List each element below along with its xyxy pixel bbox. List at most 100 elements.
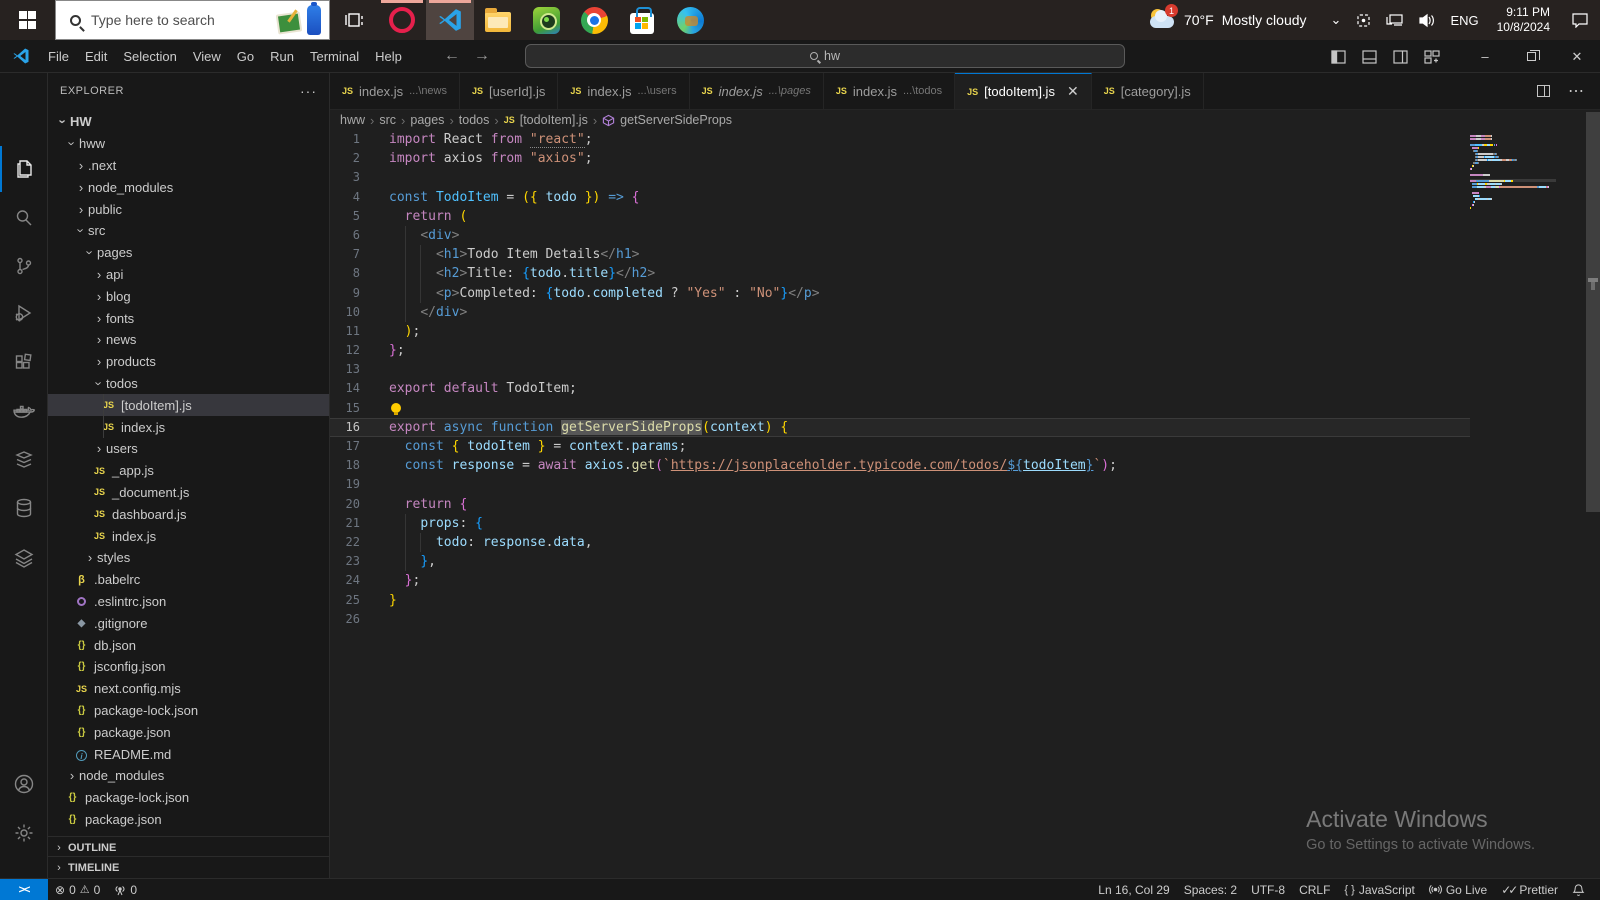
- code-line-8[interactable]: 8 <h2>Title: {todo.title}</h2>: [330, 264, 1470, 284]
- command-center-search[interactable]: hw: [525, 44, 1125, 68]
- activitybar-settings[interactable]: [0, 810, 48, 856]
- breadcrumb-item[interactable]: todos: [459, 113, 490, 127]
- status-notifications[interactable]: [1565, 879, 1592, 900]
- close-button[interactable]: ✕: [1554, 40, 1600, 73]
- folder-hww[interactable]: › hww: [48, 133, 329, 155]
- network-icon[interactable]: [1386, 13, 1404, 28]
- code-line-3[interactable]: 3: [330, 168, 1470, 187]
- lightbulb-icon[interactable]: [391, 402, 401, 415]
- scrollbar-thumb[interactable]: [1586, 112, 1600, 512]
- folder-blog[interactable]: › blog: [48, 285, 329, 307]
- breadcrumb-item[interactable]: getServerSideProps: [620, 113, 732, 127]
- folder-todos[interactable]: › todos: [48, 373, 329, 395]
- file--gitignore[interactable]: ◆ .gitignore: [48, 612, 329, 634]
- tablet-mode-icon[interactable]: [1355, 12, 1372, 29]
- code-line-1[interactable]: 1 import React from "react";: [330, 130, 1470, 149]
- tab--userid-js[interactable]: JS [userId].js: [460, 73, 559, 109]
- activitybar-accounts[interactable]: [0, 761, 48, 807]
- ports-indicator[interactable]: 0: [107, 879, 144, 900]
- tab-index-js[interactable]: JS index.js ...\pages: [690, 73, 824, 109]
- code-line-20[interactable]: 20 return {: [330, 495, 1470, 514]
- file--babelrc[interactable]: β .babelrc: [48, 569, 329, 591]
- code-line-10[interactable]: 10 </div>: [330, 302, 1470, 322]
- split-editor-button[interactable]: [1537, 85, 1550, 97]
- folder-users[interactable]: › users: [48, 438, 329, 460]
- toggle-secondary-sidebar-button[interactable]: [1393, 49, 1408, 64]
- taskbar-weather[interactable]: 1 70°F Mostly cloudy: [1139, 4, 1317, 32]
- folder-api[interactable]: › api: [48, 264, 329, 286]
- folder--next[interactable]: › .next: [48, 155, 329, 177]
- tab-index-js[interactable]: JS index.js ...\todos: [824, 73, 956, 109]
- code-line-15[interactable]: 15: [330, 399, 1470, 418]
- navigate-back-button[interactable]: ←: [444, 47, 460, 65]
- file-db-json[interactable]: {} db.json: [48, 634, 329, 656]
- toggle-primary-sidebar-button[interactable]: [1331, 49, 1346, 64]
- taskbar-clock[interactable]: 9:11 PM 10/8/2024: [1487, 5, 1560, 35]
- taskbar-app-vscode[interactable]: [426, 0, 474, 40]
- customize-layout-button[interactable]: [1424, 49, 1440, 64]
- folder-node-modules[interactable]: › node_modules: [48, 765, 329, 787]
- folder-public[interactable]: › public: [48, 198, 329, 220]
- editor-scrollbar[interactable]: [1586, 110, 1600, 878]
- file-index-js[interactable]: JS index.js: [48, 525, 329, 547]
- activitybar-run-debug[interactable]: [0, 290, 48, 336]
- tab--category-js[interactable]: JS [category].js: [1092, 73, 1204, 109]
- tab-index-js[interactable]: JS index.js ...\news: [330, 73, 460, 109]
- menu-run[interactable]: Run: [262, 40, 302, 73]
- code-line-18[interactable]: 18 const response = await axios.get(`htt…: [330, 456, 1470, 475]
- folder-hw[interactable]: › HW: [48, 111, 329, 133]
- timeline-section[interactable]: › TIMELINE: [48, 856, 329, 878]
- breadcrumb-item[interactable]: hww: [340, 113, 365, 127]
- status-cursor-position[interactable]: Ln 16, Col 29: [1091, 879, 1176, 900]
- task-view-button[interactable]: [330, 0, 378, 40]
- search-highlight-image[interactable]: [275, 2, 327, 39]
- file-readme-md[interactable]: i README.md: [48, 743, 329, 765]
- action-center-button[interactable]: [1560, 0, 1600, 40]
- file-package-json[interactable]: {} package.json: [48, 721, 329, 743]
- activitybar-database-stack[interactable]: [0, 437, 48, 483]
- problems-indicator[interactable]: ⊗ 0 ⚠ 0: [48, 879, 107, 900]
- code-editor[interactable]: 1 import React from "react"; 2 import axios…: [330, 130, 1470, 629]
- code-line-22[interactable]: 22 todo: response.data,: [330, 532, 1470, 553]
- code-line-24[interactable]: 24 };: [330, 571, 1470, 590]
- taskbar-app-microsoft-store[interactable]: [618, 0, 666, 40]
- file--app-js[interactable]: JS _app.js: [48, 460, 329, 482]
- activitybar-extensions[interactable]: [0, 340, 48, 386]
- activitybar-search[interactable]: [0, 195, 48, 241]
- folder-src[interactable]: › src: [48, 220, 329, 242]
- navigate-forward-button[interactable]: →: [474, 47, 490, 65]
- file-package-json[interactable]: {} package.json: [48, 809, 329, 831]
- activitybar-database[interactable]: [0, 485, 48, 531]
- code-line-19[interactable]: 19: [330, 475, 1470, 494]
- menu-terminal[interactable]: Terminal: [302, 40, 367, 73]
- menu-view[interactable]: View: [185, 40, 229, 73]
- folder-pages[interactable]: › pages: [48, 242, 329, 264]
- minimap[interactable]: [1470, 134, 1556, 212]
- file-jsconfig-json[interactable]: {} jsconfig.json: [48, 656, 329, 678]
- status-encoding[interactable]: UTF-8: [1244, 879, 1292, 900]
- code-line-4[interactable]: 4 const TodoItem = ({ todo }) => {: [330, 188, 1470, 207]
- file--eslintrc-json[interactable]: .eslintrc.json: [48, 591, 329, 613]
- menu-file[interactable]: File: [40, 40, 77, 73]
- status-indentation[interactable]: Spaces: 2: [1177, 879, 1244, 900]
- code-line-25[interactable]: 25}: [330, 591, 1470, 610]
- taskbar-app-file-explorer[interactable]: [474, 0, 522, 40]
- activitybar-source-control[interactable]: [0, 243, 48, 289]
- menu-selection[interactable]: Selection: [115, 40, 184, 73]
- file-index-js[interactable]: JS index.js: [48, 416, 329, 438]
- toggle-panel-button[interactable]: [1362, 49, 1377, 64]
- taskbar-app-opera[interactable]: [378, 0, 426, 40]
- folder-products[interactable]: › products: [48, 351, 329, 373]
- activitybar-explorer[interactable]: [0, 146, 48, 192]
- file--todoitem-js[interactable]: JS [todoItem].js: [48, 394, 329, 417]
- status-language-mode[interactable]: { } JavaScript: [1337, 879, 1421, 900]
- close-tab-icon[interactable]: ✕: [1067, 83, 1079, 100]
- status-prettier[interactable]: ✓✓ Prettier: [1494, 879, 1565, 900]
- volume-icon[interactable]: [1418, 13, 1436, 28]
- breadcrumb-item[interactable]: src: [379, 113, 396, 127]
- code-line-21[interactable]: 21 props: {: [330, 513, 1470, 533]
- file--document-js[interactable]: JS _document.js: [48, 482, 329, 504]
- folder-news[interactable]: › news: [48, 329, 329, 351]
- code-line-6[interactable]: 6 <div>: [330, 225, 1470, 246]
- explorer-more-actions[interactable]: ···: [300, 83, 317, 99]
